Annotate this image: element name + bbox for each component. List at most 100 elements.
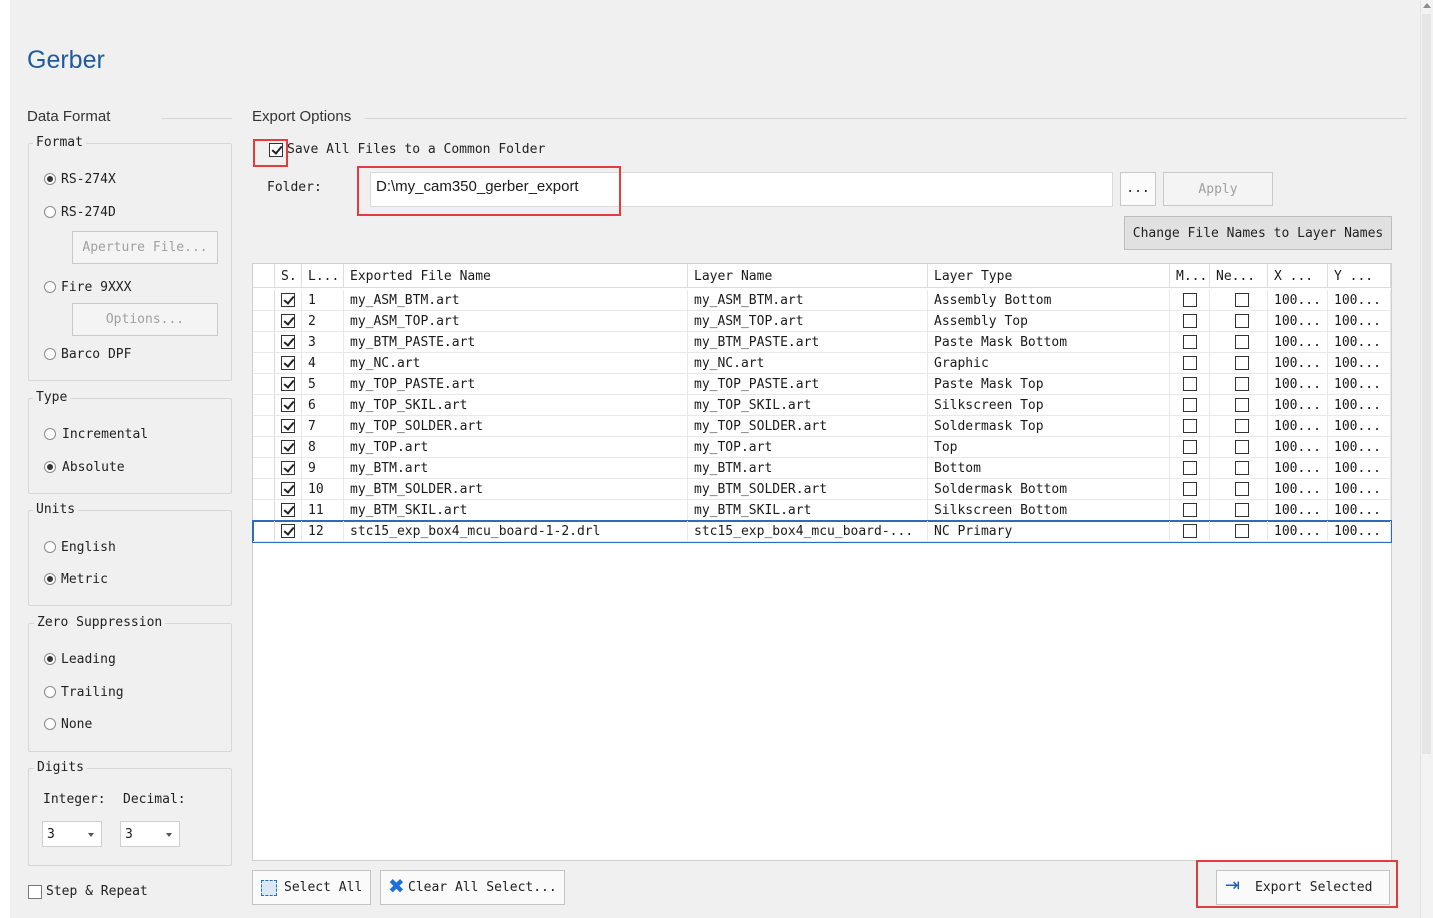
table-row[interactable]: 10 my_BTM_SOLDER.art my_BTM_SOLDER.art Sold… bbox=[253, 479, 1391, 500]
trailing-label[interactable]: Trailing bbox=[61, 685, 124, 700]
incremental-radio[interactable] bbox=[44, 428, 56, 440]
column-header-layer-name[interactable]: Layer Name bbox=[688, 264, 928, 288]
row-select-checkbox[interactable] bbox=[281, 503, 295, 517]
options-button[interactable]: Options... bbox=[72, 303, 218, 336]
column-header-mirror[interactable]: M... bbox=[1170, 264, 1210, 288]
mirror-checkbox[interactable] bbox=[1183, 503, 1197, 517]
aperture-file-button[interactable]: Aperture File... bbox=[72, 231, 218, 264]
table-row[interactable]: 5 my_TOP_PASTE.art my_TOP_PASTE.art Paste M… bbox=[253, 374, 1391, 395]
row-select-checkbox[interactable] bbox=[281, 482, 295, 496]
mirror-checkbox[interactable] bbox=[1183, 419, 1197, 433]
y-cell: 100... bbox=[1328, 311, 1391, 332]
negative-checkbox[interactable] bbox=[1235, 461, 1249, 475]
negative-checkbox[interactable] bbox=[1235, 356, 1249, 370]
table-row[interactable]: 8 my_TOP.art my_TOP.art Top 100... 100... bbox=[253, 437, 1391, 458]
browse-button[interactable]: ... bbox=[1120, 172, 1156, 206]
negative-checkbox[interactable] bbox=[1235, 398, 1249, 412]
negative-checkbox[interactable] bbox=[1235, 419, 1249, 433]
leading-radio[interactable] bbox=[44, 653, 56, 665]
negative-checkbox[interactable] bbox=[1235, 377, 1249, 391]
row-select-checkbox[interactable] bbox=[281, 524, 295, 538]
rs274x-label[interactable]: RS-274X bbox=[61, 172, 116, 187]
column-header-negative[interactable]: Ne... bbox=[1210, 264, 1268, 288]
row-gutter bbox=[253, 521, 275, 542]
column-header-layer-type[interactable]: Layer Type bbox=[928, 264, 1170, 288]
table-row[interactable]: 1 my_ASM_BTM.art my_ASM_BTM.art Assembly Bo… bbox=[253, 290, 1391, 311]
mirror-checkbox[interactable] bbox=[1183, 440, 1197, 454]
mirror-checkbox[interactable] bbox=[1183, 335, 1197, 349]
clear-all-select-button[interactable]: ✖ Clear All Select... bbox=[380, 870, 565, 905]
decimal-select[interactable]: 3 bbox=[120, 821, 180, 847]
row-select-checkbox[interactable] bbox=[281, 377, 295, 391]
select-all-button[interactable]: Select All bbox=[252, 870, 371, 905]
mirror-checkbox[interactable] bbox=[1183, 524, 1197, 538]
mirror-checkbox[interactable] bbox=[1183, 482, 1197, 496]
mirror-checkbox[interactable] bbox=[1183, 314, 1197, 328]
save-common-label[interactable]: Save All Files to a Common Folder bbox=[287, 142, 545, 157]
negative-checkbox[interactable] bbox=[1235, 482, 1249, 496]
mirror-checkbox[interactable] bbox=[1183, 356, 1197, 370]
row-select-checkbox[interactable] bbox=[281, 293, 295, 307]
column-header-layer-number[interactable]: L... bbox=[302, 264, 344, 288]
negative-checkbox[interactable] bbox=[1235, 524, 1249, 538]
rs274d-radio[interactable] bbox=[44, 206, 56, 218]
export-layers-table[interactable]: S. L... Exported File Name Layer Name La… bbox=[252, 263, 1392, 861]
table-row[interactable]: 4 my_NC.art my_NC.art Graphic 100... 100... bbox=[253, 353, 1391, 374]
row-select-checkbox[interactable] bbox=[281, 356, 295, 370]
metric-label[interactable]: Metric bbox=[61, 572, 108, 587]
row-select-checkbox[interactable] bbox=[281, 461, 295, 475]
barco-label[interactable]: Barco DPF bbox=[61, 347, 131, 362]
mirror-checkbox[interactable] bbox=[1183, 398, 1197, 412]
integer-label: Integer: bbox=[43, 792, 106, 807]
none-label[interactable]: None bbox=[61, 717, 92, 732]
fire9xxx-radio[interactable] bbox=[44, 281, 56, 293]
none-radio[interactable] bbox=[44, 718, 56, 730]
column-header-select[interactable]: S. bbox=[275, 264, 302, 288]
table-row[interactable]: 7 my_TOP_SOLDER.art my_TOP_SOLDER.art Solde… bbox=[253, 416, 1391, 437]
scroll-up-arrow-icon[interactable] bbox=[1423, 3, 1431, 8]
barco-radio[interactable] bbox=[44, 348, 56, 360]
row-select-checkbox[interactable] bbox=[281, 419, 295, 433]
rs274d-label[interactable]: RS-274D bbox=[61, 205, 116, 220]
trailing-radio[interactable] bbox=[44, 686, 56, 698]
fire9xxx-label[interactable]: Fire 9XXX bbox=[61, 280, 131, 295]
table-row[interactable]: 9 my_BTM.art my_BTM.art Bottom 100... 100... bbox=[253, 458, 1391, 479]
mirror-checkbox[interactable] bbox=[1183, 293, 1197, 307]
rs274x-radio[interactable] bbox=[44, 173, 56, 185]
table-row[interactable]: 12 stc15_exp_box4_mcu_board-1-2.drl stc15_… bbox=[252, 520, 1392, 543]
scrollbar-thumb[interactable] bbox=[1422, 14, 1431, 754]
leading-label[interactable]: Leading bbox=[61, 652, 116, 667]
metric-radio[interactable] bbox=[44, 573, 56, 585]
row-select-checkbox[interactable] bbox=[281, 398, 295, 412]
table-row[interactable]: 6 my_TOP_SKIL.art my_TOP_SKIL.art Silkscree… bbox=[253, 395, 1391, 416]
table-row[interactable]: 2 my_ASM_TOP.art my_ASM_TOP.art Assembly To… bbox=[253, 311, 1391, 332]
row-select-checkbox[interactable] bbox=[281, 335, 295, 349]
highlight-box bbox=[1196, 860, 1398, 908]
english-radio[interactable] bbox=[44, 541, 56, 553]
integer-select[interactable]: 3 bbox=[42, 821, 102, 847]
column-header-x[interactable]: X ... bbox=[1268, 264, 1328, 288]
row-select-checkbox[interactable] bbox=[281, 440, 295, 454]
absolute-label[interactable]: Absolute bbox=[62, 460, 125, 475]
mirror-checkbox[interactable] bbox=[1183, 461, 1197, 475]
negative-checkbox[interactable] bbox=[1235, 440, 1249, 454]
select-cell bbox=[275, 458, 302, 479]
change-file-names-button[interactable]: Change File Names to Layer Names bbox=[1124, 216, 1392, 250]
row-select-checkbox[interactable] bbox=[281, 314, 295, 328]
english-label[interactable]: English bbox=[61, 540, 116, 555]
mirror-checkbox[interactable] bbox=[1183, 377, 1197, 391]
negative-checkbox[interactable] bbox=[1235, 335, 1249, 349]
apply-button[interactable]: Apply bbox=[1163, 172, 1273, 206]
step-repeat-label[interactable]: Step & Repeat bbox=[46, 884, 148, 899]
step-repeat-checkbox[interactable] bbox=[28, 885, 42, 899]
negative-checkbox[interactable] bbox=[1235, 314, 1249, 328]
negative-checkbox[interactable] bbox=[1235, 503, 1249, 517]
table-row[interactable]: 11 my_BTM_SKIL.art my_BTM_SKIL.art Silkscre… bbox=[253, 500, 1391, 521]
select-cell bbox=[275, 521, 302, 542]
incremental-label[interactable]: Incremental bbox=[62, 427, 148, 442]
absolute-radio[interactable] bbox=[44, 461, 56, 473]
column-header-y[interactable]: Y ... bbox=[1328, 264, 1391, 288]
column-header-exported-file-name[interactable]: Exported File Name bbox=[344, 264, 688, 288]
negative-checkbox[interactable] bbox=[1235, 293, 1249, 307]
table-row[interactable]: 3 my_BTM_PASTE.art my_BTM_PASTE.art Paste M… bbox=[253, 332, 1391, 353]
